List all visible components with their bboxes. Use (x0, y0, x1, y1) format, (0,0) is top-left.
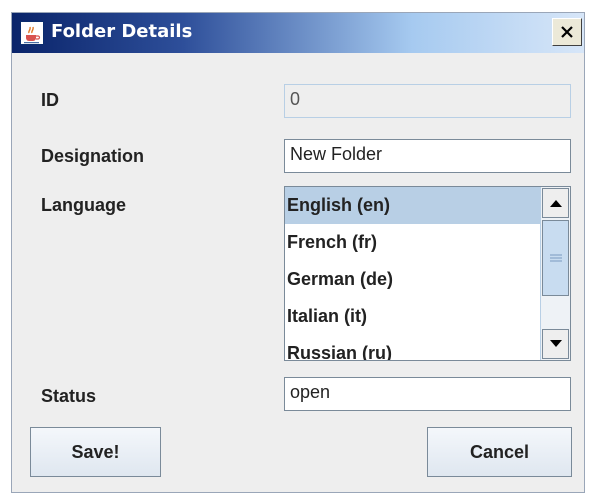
scroll-thumb[interactable] (542, 220, 569, 296)
id-label: ID (41, 90, 59, 110)
arrow-up-icon (549, 200, 562, 207)
folder-details-dialog: Folder Details ID 0 Designation New Fold… (11, 12, 585, 493)
window-title: Folder Details (51, 21, 193, 42)
title-bar[interactable]: Folder Details (12, 13, 584, 53)
status-field[interactable]: open (284, 377, 571, 411)
language-label: Language (41, 195, 127, 215)
arrow-down-icon (549, 340, 562, 347)
cancel-button[interactable]: Cancel (427, 427, 572, 477)
designation-field[interactable]: New Folder (284, 139, 571, 173)
language-option-russian[interactable]: Russian (ru) (285, 335, 541, 360)
language-scrollbar[interactable] (540, 187, 570, 360)
id-field: 0 (284, 84, 571, 118)
language-list: English (en) French (fr) German (de) Ita… (285, 187, 541, 360)
scroll-up-button[interactable] (542, 188, 569, 218)
language-listbox[interactable]: English (en) French (fr) German (de) Ita… (284, 186, 571, 361)
designation-label: Designation (41, 146, 145, 166)
status-label: Status (41, 386, 97, 406)
language-option-italian[interactable]: Italian (it) (285, 298, 541, 335)
close-icon (561, 26, 573, 38)
java-cup-icon (20, 21, 44, 45)
scroll-down-button[interactable] (542, 329, 569, 359)
language-option-english[interactable]: English (en) (285, 187, 541, 224)
language-option-german[interactable]: German (de) (285, 261, 541, 298)
language-option-french[interactable]: French (fr) (285, 224, 541, 261)
save-button[interactable]: Save! (30, 427, 161, 477)
grip-icon (549, 254, 562, 262)
close-button[interactable] (552, 18, 582, 46)
